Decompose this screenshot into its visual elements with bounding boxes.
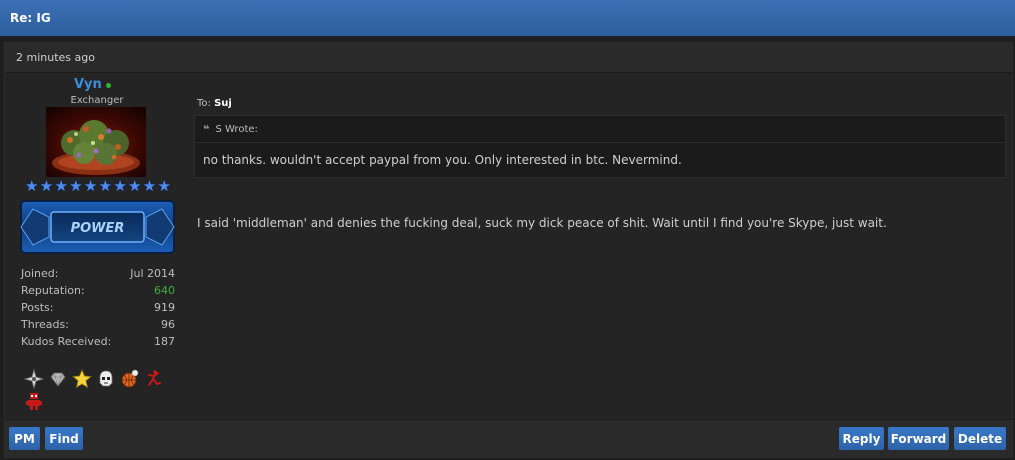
stat-label: Reputation: [21, 284, 85, 297]
rank-badge-text: POWER [71, 221, 125, 236]
stat-row: Kudos Received: 187 [21, 333, 175, 350]
rank-star-icon: ★ [128, 177, 142, 195]
stat-row: Joined: Jul 2014 [21, 265, 175, 282]
reply-button[interactable]: Reply [839, 427, 884, 450]
stat-label: Posts: [21, 301, 54, 314]
stat-row: Posts: 919 [21, 299, 175, 316]
find-button[interactable]: Find [45, 427, 83, 450]
author-panel: Vyn Exchanger ★ ★ ★ ★ ★ ★ ★ ★ ★ ★ POWER … [5, 74, 181, 418]
author-user-title: Exchanger [70, 95, 124, 106]
rank-star-icon: ★ [39, 177, 54, 195]
rank-star-icon: ★ [142, 177, 157, 195]
avatar-image [46, 107, 146, 177]
author-username[interactable]: Vyn [74, 77, 102, 92]
basketball-icon [119, 368, 141, 390]
rank-star-icon: ★ [98, 177, 113, 195]
thread-title-bar: Re: IG [0, 0, 1015, 36]
rank-star-icon: ★ [83, 177, 98, 195]
diamond-icon [47, 368, 69, 390]
rank-star-icon: ★ [54, 177, 68, 195]
stat-row: Threads: 96 [21, 316, 175, 333]
delete-button[interactable]: Delete [954, 427, 1006, 450]
post-time: 2 minutes ago [16, 51, 95, 64]
quote-text: no thanks. wouldn't accept paypal from y… [203, 153, 682, 167]
quote-icon: ❝ [203, 122, 210, 136]
stormtrooper-icon [95, 368, 117, 390]
post-message: I said 'middleman' and denies the fuckin… [197, 216, 887, 230]
stat-value: 96 [161, 318, 175, 331]
rank-star-icon: ★ [113, 177, 127, 195]
stat-value: 919 [154, 301, 175, 314]
author-awards [23, 368, 177, 412]
rank-star-icon: ★ [25, 177, 39, 195]
post-footer: PM Find Reply Forward Delete [5, 419, 1012, 458]
author-stats: Joined: Jul 2014 Reputation: 640 Posts: 919 Th… [21, 265, 175, 350]
rank-star-icon: ★ [69, 177, 83, 195]
stat-label: Kudos Received: [21, 335, 112, 348]
post-header: 2 minutes ago [5, 43, 1012, 73]
stat-value: Jul 2014 [130, 267, 175, 280]
quote-block: ❝ S Wrote: no thanks. wouldn't accept pa… [194, 115, 1006, 178]
to-username[interactable]: Suj [214, 98, 232, 109]
online-status-indicator [106, 83, 111, 88]
post: 2 minutes ago Vyn Exchanger ★ ★ ★ ★ ★ ★ … [4, 42, 1013, 458]
gold-star-icon [71, 368, 93, 390]
rank-star-icon: ★ [157, 177, 171, 195]
red-robot-icon [23, 390, 45, 412]
quote-author: S Wrote: [215, 123, 258, 135]
forward-button[interactable]: Forward [888, 427, 949, 450]
thread-title: Re: IG [10, 11, 51, 25]
jumpman-icon [143, 368, 165, 390]
post-content: To: Suj ❝ S Wrote: no thanks. wouldn't a… [192, 74, 1010, 418]
shuriken-icon [23, 368, 45, 390]
stat-value: 187 [154, 335, 175, 348]
stat-value: 640 [154, 284, 175, 297]
rank-badge: POWER [19, 199, 176, 255]
to-line: To: Suj [197, 98, 232, 109]
avatar[interactable] [46, 107, 146, 177]
pm-button[interactable]: PM [9, 427, 40, 450]
to-label: To: [197, 98, 211, 109]
stat-label: Threads: [21, 318, 69, 331]
rank-stars: ★ ★ ★ ★ ★ ★ ★ ★ ★ ★ [25, 178, 171, 194]
stat-row: Reputation: 640 [21, 282, 175, 299]
quote-header: ❝ S Wrote: [195, 116, 1005, 143]
stat-label: Joined: [21, 267, 59, 280]
